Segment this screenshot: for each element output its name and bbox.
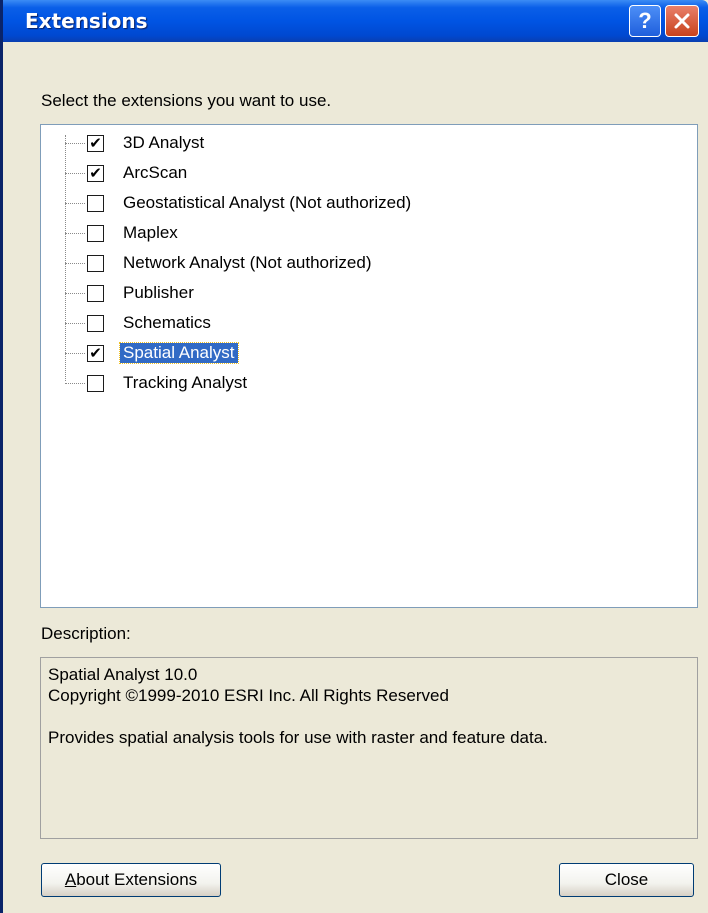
description-line bbox=[48, 706, 690, 727]
extensions-list[interactable]: ✔ 3D Analyst ✔ ArcScan Geostatistical Analys… bbox=[40, 124, 698, 608]
about-extensions-button[interactable]: About Extensions bbox=[41, 863, 221, 897]
extension-item[interactable]: Maplex bbox=[65, 222, 665, 246]
tree-connector bbox=[65, 143, 85, 144]
tree-connector bbox=[65, 233, 85, 234]
extension-item[interactable]: ✔ ArcScan bbox=[65, 162, 665, 186]
instruction-text: Select the extensions you want to use. bbox=[41, 91, 332, 110]
extension-label[interactable]: 3D Analyst bbox=[120, 133, 207, 153]
dialog-title: Extensions bbox=[25, 9, 148, 33]
description-line: Spatial Analyst 10.0 bbox=[48, 665, 198, 684]
extension-label[interactable]: Schematics bbox=[120, 313, 214, 333]
description-line: Copyright ©1999-2010 ESRI Inc. All Right… bbox=[48, 686, 449, 705]
extension-item[interactable]: ✔ Spatial Analyst bbox=[65, 342, 665, 366]
extension-checkbox[interactable] bbox=[87, 255, 104, 272]
title-bar[interactable]: Extensions ? bbox=[3, 0, 708, 42]
extension-checkbox[interactable] bbox=[87, 375, 104, 392]
tree-connector bbox=[65, 203, 85, 204]
tree-connector bbox=[65, 353, 85, 354]
close-button[interactable]: Close bbox=[559, 863, 694, 897]
extension-item[interactable]: Schematics bbox=[65, 312, 665, 336]
help-button[interactable]: ? bbox=[629, 5, 661, 37]
extension-checkbox[interactable] bbox=[87, 225, 104, 242]
extension-item[interactable]: Geostatistical Analyst (Not authorized) bbox=[65, 192, 665, 216]
extension-label[interactable]: Tracking Analyst bbox=[120, 373, 250, 393]
about-extensions-label: About Extensions bbox=[64, 870, 198, 889]
extension-label[interactable]: ArcScan bbox=[120, 163, 190, 183]
description-line: Provides spatial analysis tools for use … bbox=[48, 728, 548, 747]
extension-label[interactable]: Publisher bbox=[120, 283, 197, 303]
extension-label[interactable]: Network Analyst (Not authorized) bbox=[120, 253, 375, 273]
title-close-button[interactable] bbox=[665, 5, 699, 37]
close-icon bbox=[674, 13, 690, 29]
tree-connector bbox=[65, 263, 85, 264]
description-label: Description: bbox=[41, 624, 131, 643]
tree-connector bbox=[65, 323, 85, 324]
tree-connector bbox=[65, 383, 85, 384]
extension-checkbox[interactable] bbox=[87, 315, 104, 332]
extension-label[interactable]: Geostatistical Analyst (Not authorized) bbox=[120, 193, 414, 213]
extension-item[interactable]: Network Analyst (Not authorized) bbox=[65, 252, 665, 276]
extension-item[interactable]: Publisher bbox=[65, 282, 665, 306]
extension-label[interactable]: Spatial Analyst bbox=[119, 342, 239, 364]
tree-connector bbox=[65, 173, 85, 174]
extension-checkbox[interactable]: ✔ bbox=[87, 135, 104, 152]
extension-checkbox[interactable]: ✔ bbox=[87, 165, 104, 182]
description-box: Spatial Analyst 10.0 Copyright ©1999-201… bbox=[40, 657, 698, 839]
extensions-dialog: Extensions ? Select the extensions you w… bbox=[0, 0, 708, 913]
extension-checkbox[interactable] bbox=[87, 285, 104, 302]
tree-connector bbox=[65, 293, 85, 294]
extension-label[interactable]: Maplex bbox=[120, 223, 181, 243]
extension-item[interactable]: ✔ 3D Analyst bbox=[65, 132, 665, 156]
close-button-label: Close bbox=[604, 870, 649, 889]
extension-checkbox[interactable]: ✔ bbox=[87, 345, 104, 362]
extension-item[interactable]: Tracking Analyst bbox=[65, 372, 665, 396]
extension-checkbox[interactable] bbox=[87, 195, 104, 212]
help-icon: ? bbox=[638, 8, 652, 33]
